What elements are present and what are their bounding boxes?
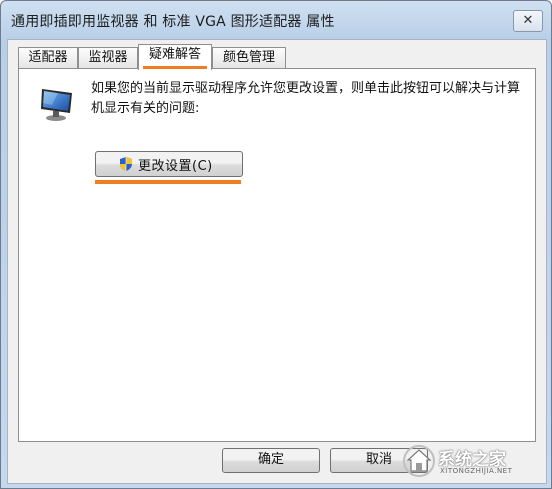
properties-window: 通用即插即用监视器 和 标准 VGA 图形适配器 属性 ✕ 适配器 监视器 疑难… xyxy=(0,0,552,489)
tab-label: 监视器 xyxy=(88,50,128,65)
tab-label: 疑难解答 xyxy=(148,47,201,62)
troubleshoot-panel: 如果您的当前显示驱动程序允许您更改设置，则单击此按钮可以解决与计算机显示有关的问… xyxy=(18,68,536,442)
house-logo-icon xyxy=(403,445,435,477)
title-bar[interactable]: 通用即插即用监视器 和 标准 VGA 图形适配器 属性 ✕ xyxy=(1,1,551,39)
close-button[interactable]: ✕ xyxy=(513,10,543,32)
watermark-url: XITONGZHIJIA.NET xyxy=(440,467,513,475)
uac-shield-icon xyxy=(120,157,132,171)
ok-button[interactable]: 确定 xyxy=(222,448,320,473)
dialog-body: 适配器 监视器 疑难解答 颜色管理 如果您的当前显示驱动程序允许您更改设置，则单… xyxy=(7,39,547,484)
tab-label: 适配器 xyxy=(28,50,68,65)
tab-highlight-underline xyxy=(143,66,207,69)
highlight-underline xyxy=(95,180,241,184)
tab-troubleshoot[interactable]: 疑难解答 xyxy=(138,44,212,70)
monitor-icon xyxy=(41,89,72,121)
site-watermark: 系统之家 XITONGZHIJIA.NET xyxy=(400,442,548,482)
tab-adapter[interactable]: 适配器 xyxy=(18,47,78,68)
close-icon: ✕ xyxy=(522,13,534,28)
tab-label: 颜色管理 xyxy=(222,50,275,65)
window-title: 通用即插即用监视器 和 标准 VGA 图形适配器 属性 xyxy=(11,14,335,30)
tab-color-management[interactable]: 颜色管理 xyxy=(212,47,286,68)
change-settings-label: 更改设置(C) xyxy=(138,159,213,174)
tab-monitor[interactable]: 监视器 xyxy=(78,47,138,68)
ok-label: 确定 xyxy=(257,452,284,467)
troubleshoot-description: 如果您的当前显示驱动程序允许您更改设置，则单击此按钮可以解决与计算机显示有关的问… xyxy=(91,81,521,116)
change-settings-button[interactable]: 更改设置(C) xyxy=(95,151,243,177)
cancel-label: 取消 xyxy=(365,452,392,467)
